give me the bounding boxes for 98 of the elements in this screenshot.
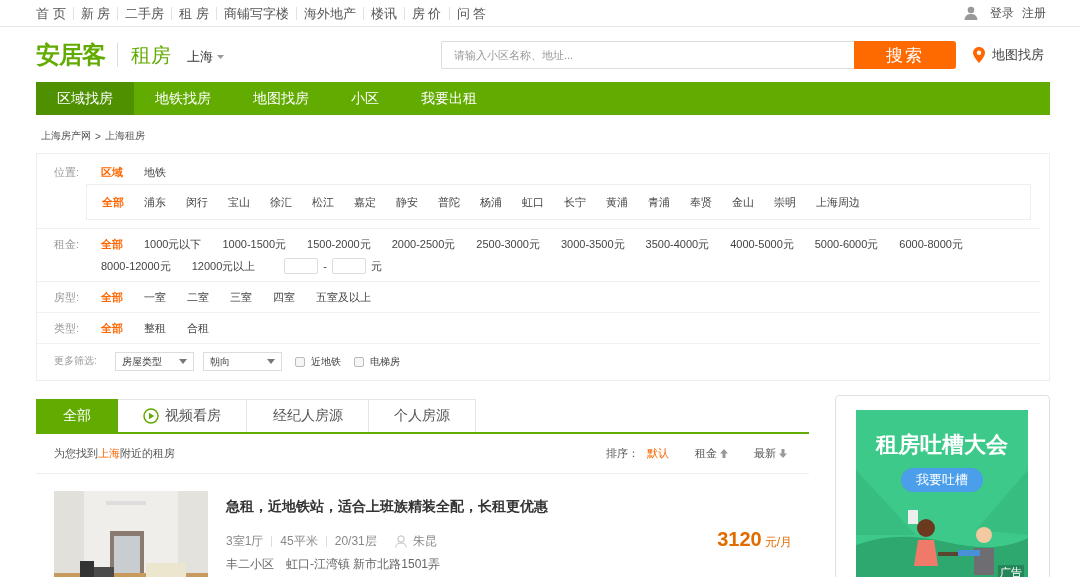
- person-icon: [394, 535, 407, 548]
- section-title: 租房: [131, 42, 171, 68]
- map-link[interactable]: 地图找房: [973, 46, 1044, 64]
- filter-option[interactable]: 嘉定: [354, 193, 376, 211]
- filter-option[interactable]: 普陀: [438, 193, 460, 211]
- filter-option[interactable]: 崇明: [774, 193, 796, 211]
- nav-link[interactable]: 商铺写字楼: [215, 6, 296, 20]
- play-icon: [143, 408, 159, 424]
- filter-label: 房型:: [54, 290, 81, 305]
- nav-link[interactable]: 问 答: [448, 6, 494, 20]
- checkbox-label: 近地铁: [311, 354, 341, 369]
- city-selector[interactable]: 上海: [187, 48, 224, 66]
- filter-option[interactable]: 2000-2500元: [391, 235, 456, 253]
- nav-link[interactable]: 海外地产: [295, 6, 363, 20]
- range-separator: -: [323, 260, 327, 272]
- listing-title[interactable]: 急租，近地铁站，适合上班族精装全配，长租更优惠: [226, 498, 718, 516]
- ad-label: 广告: [998, 565, 1024, 577]
- filter-option[interactable]: 浦东: [144, 193, 166, 211]
- dropdown[interactable]: 房屋类型: [115, 352, 194, 371]
- filter-option[interactable]: 1500-2000元: [307, 235, 371, 253]
- filter-option[interactable]: 2500-3000元: [476, 235, 540, 253]
- listing-address: 虹口-江湾镇 新市北路1501弄: [286, 556, 441, 573]
- breadcrumb-separator: >: [95, 130, 101, 142]
- breadcrumb-link[interactable]: 上海租房: [104, 129, 145, 143]
- filter-option[interactable]: 8000-12000元: [101, 257, 171, 275]
- filter-option[interactable]: 三室: [230, 288, 252, 306]
- caret-icon: [217, 55, 224, 59]
- max-rent-field[interactable]: [332, 258, 366, 274]
- sort-label: 排序：: [606, 446, 639, 461]
- filter-option[interactable]: 1000元以下: [144, 235, 202, 253]
- arrow-down-icon: [779, 449, 787, 458]
- filter-option[interactable]: 6000-8000元: [899, 235, 963, 253]
- filter-option[interactable]: 青浦: [648, 193, 670, 211]
- filter-option[interactable]: 3000-3500元: [560, 235, 625, 253]
- filter-option[interactable]: 四室: [273, 288, 295, 306]
- unit-label: 元: [371, 258, 382, 274]
- user-icon: [964, 6, 978, 20]
- filter-option[interactable]: 长宁: [564, 193, 586, 211]
- filter-option[interactable]: 5000-6000元: [814, 235, 879, 253]
- floor-area: 45平米: [271, 536, 318, 547]
- checkbox[interactable]: [295, 356, 305, 367]
- nav-link[interactable]: 首 页: [29, 6, 73, 20]
- min-rent-field[interactable]: [284, 258, 319, 274]
- community-link[interactable]: 丰二小区: [226, 556, 274, 573]
- filter-label: 租金:: [54, 237, 81, 252]
- listing-tab[interactable]: 视频看房: [118, 399, 247, 432]
- filter-option[interactable]: 杨浦: [480, 193, 502, 211]
- filter-option[interactable]: 松江: [312, 193, 334, 211]
- listing-tab[interactable]: 个人房源: [369, 399, 476, 432]
- filter-label: 更多筛选:: [54, 354, 98, 368]
- filter-option[interactable]: 12000元以上: [191, 257, 256, 275]
- sort-option[interactable]: 最新: [754, 446, 787, 461]
- floor-level: 20/31层: [325, 536, 377, 547]
- sort-option[interactable]: 租金: [695, 446, 728, 461]
- result-summary: 为您找到上海附近的租房: [54, 446, 175, 461]
- register-link[interactable]: 注册: [1022, 4, 1046, 22]
- checkbox-label: 电梯房: [370, 354, 400, 369]
- agent-name: 朱昆: [394, 533, 437, 550]
- filter-option[interactable]: 静安: [396, 193, 418, 211]
- nav-link[interactable]: 房 价: [403, 6, 449, 20]
- filter-option[interactable]: 地铁: [144, 163, 166, 181]
- nav-tab[interactable]: 区域找房: [36, 82, 134, 115]
- caret-icon: [267, 359, 275, 364]
- nav-link[interactable]: 二手房: [117, 6, 172, 20]
- price-value: 3120: [717, 528, 762, 550]
- filter-option[interactable]: 黄浦: [606, 193, 628, 211]
- ad-headline: 租房吐槽大会: [876, 431, 1008, 459]
- filter-option[interactable]: 4000-5000元: [730, 235, 794, 253]
- filter-option[interactable]: 宝山: [228, 193, 250, 211]
- filter-option[interactable]: 五室及以上: [316, 288, 371, 306]
- nav-link[interactable]: 楼讯: [362, 6, 404, 20]
- filter-option[interactable]: 奉贤: [690, 193, 712, 211]
- price-unit: 元/月: [764, 535, 792, 549]
- checkbox[interactable]: [354, 356, 364, 367]
- filter-option[interactable]: 二室: [187, 288, 209, 306]
- arrow-up-icon: [720, 449, 728, 458]
- caret-icon: [179, 359, 187, 364]
- filter-option[interactable]: 闵行: [186, 193, 208, 211]
- filter-option[interactable]: 金山: [732, 193, 754, 211]
- listing-tab[interactable]: 经纪人房源: [247, 399, 369, 432]
- map-pin-icon: [973, 47, 985, 63]
- filter-option[interactable]: 一室: [144, 288, 166, 306]
- filter-label: 类型:: [54, 321, 81, 336]
- filter-option[interactable]: 1000-1500元: [222, 235, 287, 253]
- login-link[interactable]: 登录: [990, 4, 1014, 22]
- filter-option[interactable]: 上海周边: [816, 193, 860, 211]
- filter-label: 位置:: [54, 165, 81, 180]
- filter-option[interactable]: 3500-4000元: [645, 235, 710, 253]
- filter-option[interactable]: 合租: [187, 319, 209, 337]
- breadcrumb-link[interactable]: 上海房产网: [41, 129, 91, 143]
- filter-option[interactable]: 整租: [144, 319, 166, 337]
- filter-option[interactable]: 徐汇: [270, 193, 292, 211]
- search-field[interactable]: 请输入小区名称、地址...: [441, 41, 854, 69]
- dropdown[interactable]: 朝向: [203, 352, 282, 371]
- room-layout: 3室1厅: [226, 533, 264, 550]
- filter-option[interactable]: 虹口: [522, 193, 544, 211]
- nav-link[interactable]: 新 房: [72, 6, 118, 20]
- nav-link[interactable]: 租 房: [171, 6, 216, 20]
